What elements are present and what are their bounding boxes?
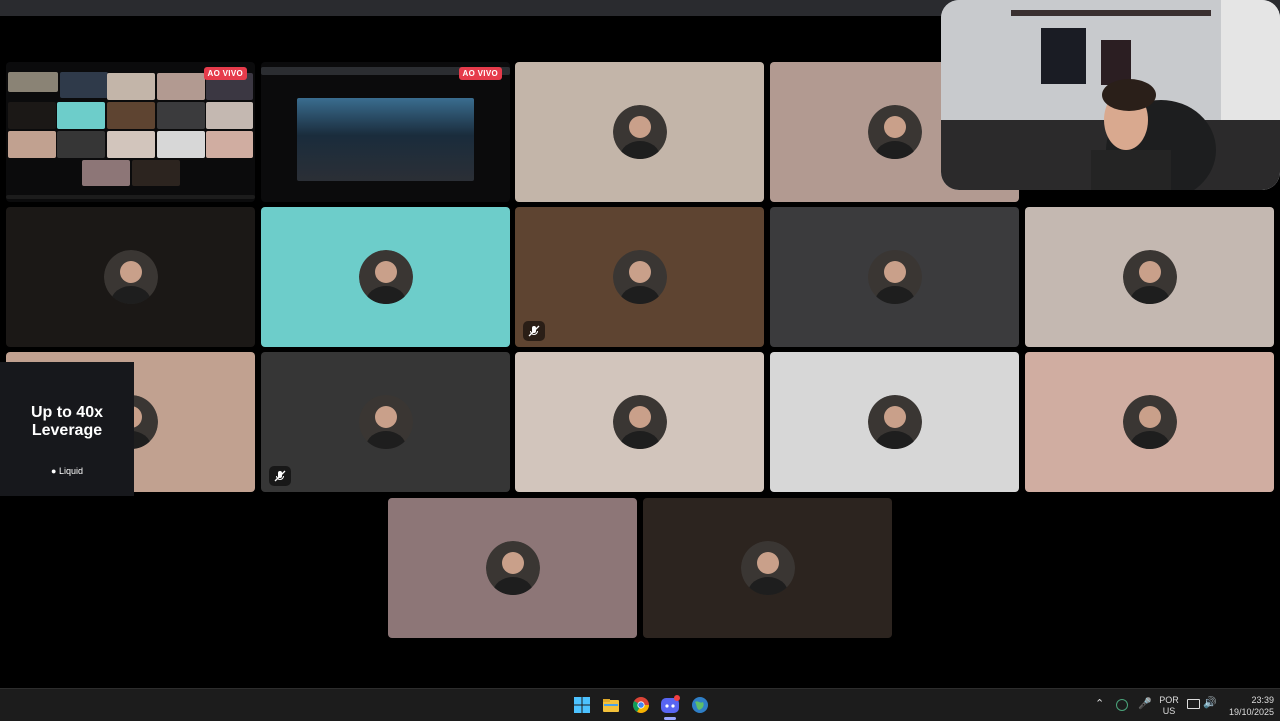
clock-date: 19/10/2025 xyxy=(1228,707,1274,717)
avatar xyxy=(612,105,667,159)
avatar xyxy=(358,395,413,449)
avatar xyxy=(867,395,922,449)
stream-taskbar-strip xyxy=(6,195,255,199)
live-badge: AO VIVO xyxy=(203,67,247,80)
avatar xyxy=(485,541,540,595)
avatar xyxy=(740,541,795,595)
language-line2: US xyxy=(1162,706,1176,716)
stream-thumbnail xyxy=(8,131,56,158)
ad-logo: ● Liquid xyxy=(0,466,134,476)
stream-thumbnail xyxy=(8,72,58,92)
stream-thumbnail xyxy=(57,131,105,158)
avatar xyxy=(867,250,922,304)
avatar xyxy=(867,105,922,159)
participant-tile[interactable] xyxy=(515,352,764,492)
ad-headline: Up to 40x Leverage xyxy=(0,404,134,440)
participant-tile[interactable] xyxy=(261,207,510,347)
participant-tile[interactable] xyxy=(515,207,764,347)
participant-tile[interactable] xyxy=(6,207,255,347)
file-explorer-icon[interactable] xyxy=(601,695,621,715)
stream-thumbnail xyxy=(107,73,155,100)
mic-muted-icon xyxy=(523,321,545,341)
language-indicator[interactable]: POR US xyxy=(1158,695,1180,717)
network-icon[interactable] xyxy=(1187,699,1200,709)
participant-tile[interactable] xyxy=(770,352,1019,492)
clock-time: 23:39 xyxy=(1251,695,1274,705)
streamer-camera xyxy=(941,0,1280,190)
ad-brand: Liquid xyxy=(58,466,83,476)
avatar xyxy=(1122,395,1177,449)
stream-thumbnail xyxy=(82,160,130,186)
stream-tile-video[interactable]: AO VIVO xyxy=(261,62,510,202)
participant-tile[interactable] xyxy=(261,352,510,492)
stream-thumbnail xyxy=(107,102,155,129)
participant-tile[interactable] xyxy=(643,498,892,638)
windows-start-icon[interactable] xyxy=(572,695,592,715)
mic-muted-icon xyxy=(269,466,291,486)
stream-thumbnail xyxy=(8,102,56,129)
camera-feed xyxy=(941,0,1280,190)
system-tray: ⌃ 🎤 POR US 🔊 23:39 19/10/2025 xyxy=(1092,689,1280,721)
stream-thumbnail xyxy=(132,160,180,186)
clock[interactable]: 23:39 19/10/2025 xyxy=(1222,694,1274,718)
stream-thumbnail xyxy=(157,73,205,100)
participant-tile[interactable] xyxy=(388,498,637,638)
participant-tile[interactable] xyxy=(770,207,1019,347)
chrome-icon[interactable] xyxy=(631,695,651,715)
stream-thumbnail xyxy=(206,131,253,158)
avatar xyxy=(612,250,667,304)
volume-icon[interactable]: 🔊 xyxy=(1203,696,1217,709)
microphone-icon[interactable]: 🎤 xyxy=(1138,697,1152,710)
avatar xyxy=(612,395,667,449)
ad-banner[interactable]: Up to 40x Leverage ● Liquid xyxy=(0,362,134,496)
stream-video-frame xyxy=(297,98,474,181)
language-line1: POR xyxy=(1159,695,1179,705)
stream-thumbnail xyxy=(157,102,205,129)
windows-taskbar: ⌃ 🎤 POR US 🔊 23:39 19/10/2025 xyxy=(0,688,1280,721)
ad-headline-line1: Up to 40x xyxy=(30,404,103,421)
security-icon[interactable] xyxy=(1116,699,1128,711)
participant-tile[interactable] xyxy=(1025,207,1274,347)
chevron-up-icon[interactable]: ⌃ xyxy=(1095,697,1104,710)
avatar xyxy=(103,250,158,304)
discord-icon[interactable] xyxy=(660,695,680,715)
globe-app-icon[interactable] xyxy=(690,695,710,715)
participant-tile[interactable] xyxy=(1025,352,1274,492)
stream-thumbnail xyxy=(107,131,155,158)
live-badge: AO VIVO xyxy=(458,67,502,80)
stream-tile-screen-share[interactable]: AO VIVO xyxy=(6,62,255,202)
stream-thumbnail xyxy=(60,72,108,98)
ad-headline-line2: Leverage xyxy=(31,422,103,439)
stream-thumbnail xyxy=(57,102,105,129)
droplet-icon: ● xyxy=(51,466,57,476)
avatar xyxy=(358,250,413,304)
stream-thumbnail xyxy=(157,131,205,158)
stream-thumbnail xyxy=(206,102,253,129)
participant-tile[interactable] xyxy=(515,62,764,202)
avatar xyxy=(1122,250,1177,304)
